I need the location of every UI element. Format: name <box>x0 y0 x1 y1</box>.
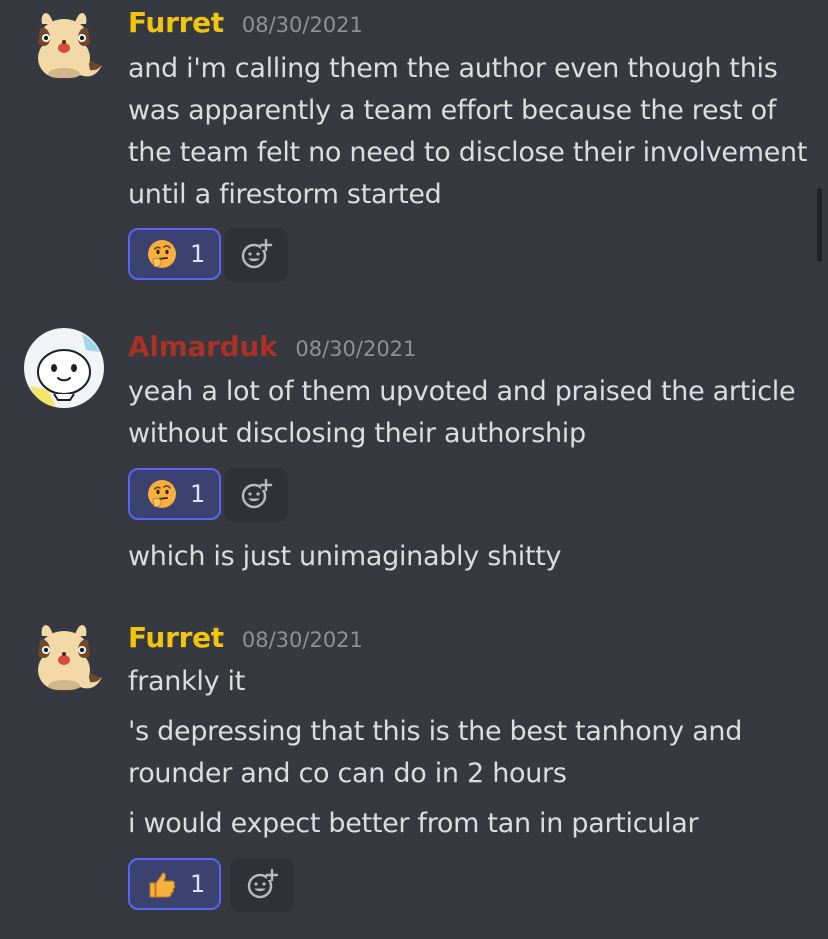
add-reaction-button[interactable] <box>224 228 288 282</box>
message-text: yeah a lot of them upvoted and praised t… <box>128 376 796 449</box>
furret-avatar[interactable] <box>24 620 104 700</box>
timestamp: 08/30/2021 <box>241 628 363 652</box>
scrollbar-thumb[interactable] <box>817 188 822 262</box>
thinking-face-icon <box>146 478 178 510</box>
timestamp: 08/30/2021 <box>295 337 417 361</box>
reaction-count: 1 <box>190 240 206 268</box>
message-text: and i'm calling them the author even tho… <box>128 53 808 210</box>
reaction-button[interactable]: 1 <box>128 468 222 520</box>
white-creature-avatar[interactable] <box>24 328 104 408</box>
reaction-count: 1 <box>190 870 206 898</box>
chat-area: Furret 08/30/2021 and i'm calling them t… <box>0 0 828 939</box>
add-reaction-icon <box>239 478 273 512</box>
username[interactable]: Furret <box>128 621 224 654</box>
message-text: frankly it <box>128 666 246 697</box>
add-reaction-button[interactable] <box>230 858 294 912</box>
add-reaction-button[interactable] <box>224 468 288 522</box>
reaction-button[interactable]: 1 <box>128 858 222 910</box>
furret-avatar[interactable] <box>24 8 104 88</box>
message-text: 's depressing that this is the best tanh… <box>128 716 743 789</box>
message-header: Furret 08/30/2021 <box>128 621 363 654</box>
reaction-count: 1 <box>190 480 206 508</box>
message-text: which is just unimaginably shitty <box>128 541 562 572</box>
add-reaction-icon <box>245 868 279 902</box>
reaction-button[interactable]: 1 <box>128 228 222 280</box>
message-header: Furret 08/30/2021 <box>128 6 363 39</box>
add-reaction-icon <box>239 238 273 272</box>
username[interactable]: Furret <box>128 6 224 39</box>
thinking-face-icon <box>146 238 178 270</box>
username[interactable]: Almarduk <box>128 330 278 363</box>
timestamp: 08/30/2021 <box>241 13 363 37</box>
message-header: Almarduk 08/30/2021 <box>128 330 416 363</box>
thumbs-up-icon <box>146 868 178 900</box>
message-text: i would expect better from tan in partic… <box>128 808 699 839</box>
